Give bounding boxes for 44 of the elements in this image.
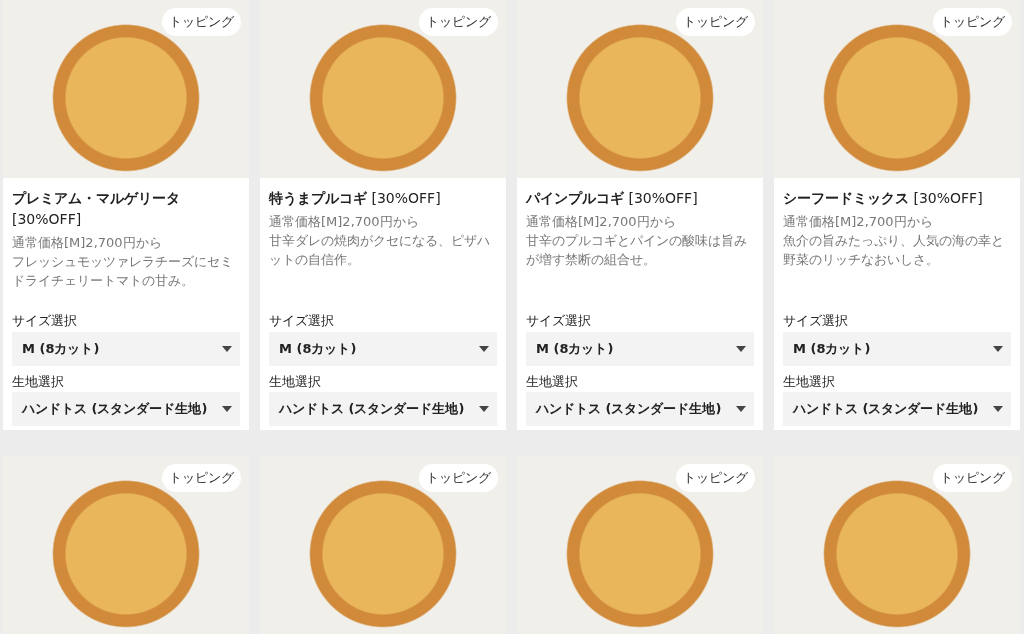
topping-button[interactable]: トッピング bbox=[162, 464, 241, 492]
crust-label: 生地選択 bbox=[12, 372, 65, 391]
size-label: サイズ選択 bbox=[526, 312, 592, 330]
topping-button[interactable]: トッピング bbox=[676, 8, 755, 36]
caret-icon bbox=[993, 406, 1003, 412]
crust-label: 生地選択 bbox=[526, 372, 579, 391]
size-label: サイズ選択 bbox=[269, 312, 335, 330]
crust-label: 生地選択 bbox=[783, 372, 836, 391]
caret-icon bbox=[222, 406, 232, 412]
description-text: フレッシュモッツァレラチーズにセミドライチェリートマトの甘み。 bbox=[12, 252, 234, 290]
caret-icon bbox=[479, 406, 489, 412]
size-label: サイズ選択 bbox=[783, 312, 849, 330]
crust-select[interactable]: ハンドトス (スタンダード生地) bbox=[269, 392, 497, 426]
size-select[interactable]: M (8カット) bbox=[12, 331, 240, 366]
size-select[interactable]: M (8カット) bbox=[526, 331, 754, 366]
topping-button[interactable]: トッピング bbox=[419, 464, 498, 492]
description-text: 甘辛ダレの焼肉がクセになる、ピザハットの自信作。 bbox=[269, 231, 491, 269]
product-title: パインプルコギ [30%OFF] bbox=[526, 189, 699, 208]
product-title: プレミアム・マルゲリータ [30%OFF] bbox=[12, 189, 181, 229]
topping-button[interactable]: トッピング bbox=[676, 464, 755, 492]
description-text: 甘辛のプルコギとパインの酸味は旨みが増す禁断の組合せ。 bbox=[526, 231, 748, 269]
product-title: 特うまプルコギ [30%OFF] bbox=[269, 189, 442, 208]
crust-select[interactable]: ハンドトス (スタンダード生地) bbox=[783, 392, 1011, 426]
crust-select[interactable]: ハンドトス (スタンダード生地) bbox=[526, 392, 754, 426]
description-text: 魚介の旨みたっぷり、人気の海の幸と野菜のリッチなおいしさ。 bbox=[783, 231, 1005, 269]
size-label: サイズ選択 bbox=[12, 312, 78, 330]
crust-select[interactable]: ハンドトス (スタンダード生地) bbox=[12, 392, 240, 426]
price-text: 通常価格[M]2,700円から bbox=[783, 213, 934, 231]
topping-button[interactable]: トッピング bbox=[933, 464, 1012, 492]
caret-icon bbox=[736, 345, 746, 352]
crust-label: 生地選択 bbox=[269, 372, 322, 391]
caret-icon bbox=[479, 345, 489, 352]
caret-icon bbox=[222, 345, 232, 352]
price-text: 通常価格[M]2,700円から bbox=[269, 213, 420, 231]
caret-icon bbox=[993, 345, 1003, 352]
caret-icon bbox=[736, 406, 746, 412]
topping-button[interactable]: トッピング bbox=[419, 8, 498, 36]
product-title: シーフードミックス [30%OFF] bbox=[783, 189, 984, 208]
topping-button[interactable]: トッピング bbox=[933, 8, 1012, 36]
price-text: 通常価格[M]2,700円から bbox=[526, 213, 677, 231]
price-text: 通常価格[M]2,700円から bbox=[12, 234, 163, 252]
size-select[interactable]: M (8カット) bbox=[783, 331, 1011, 366]
size-select[interactable]: M (8カット) bbox=[269, 331, 497, 366]
topping-button[interactable]: トッピング bbox=[162, 8, 241, 36]
